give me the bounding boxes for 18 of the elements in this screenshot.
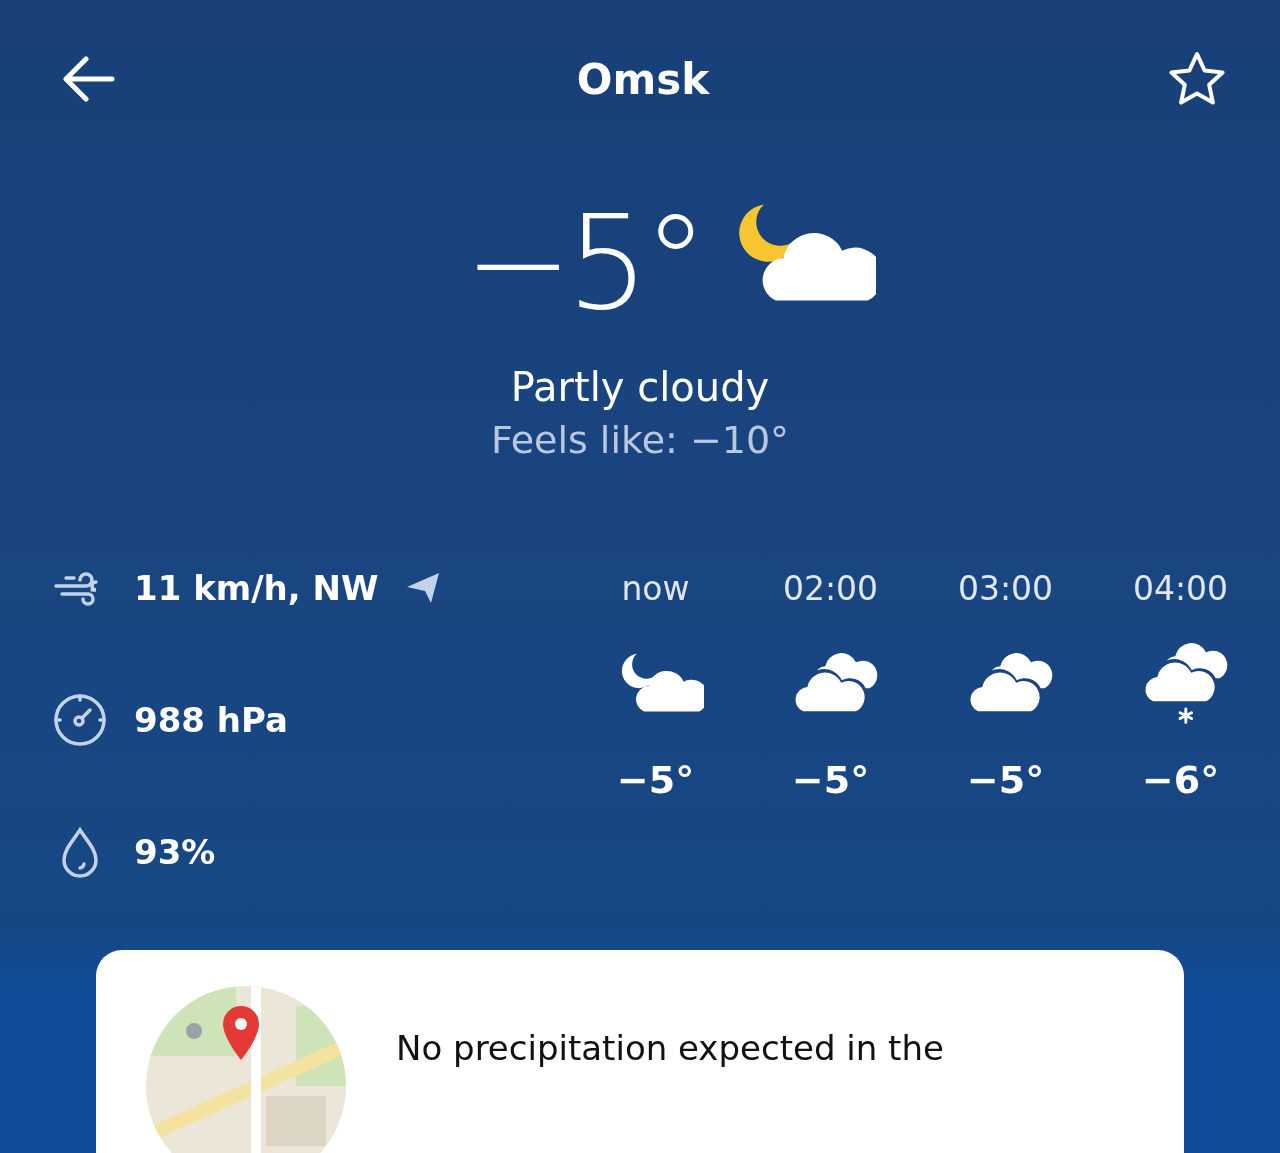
feels-like-text: Feels like: −10° [490,418,790,462]
hour-time: 04:00 [1132,567,1229,610]
hour-time: now [621,567,690,610]
city-title: Omsk [576,54,710,104]
hour-temperature: −5° [616,757,695,804]
precipitation-message: No precipitation expected in the [396,1028,944,1070]
humidity-value: 93% [134,832,216,872]
pressure-value: 988 hPa [134,700,288,740]
hour-temperature: −5° [791,757,870,804]
wind-value: 11 km/h, NW [134,568,379,608]
current-temperature: −5° [463,198,703,328]
hour-temperature: −5° [966,757,1045,804]
condition-text: Partly cloudy [510,364,770,410]
hour-time: 02:00 [782,567,879,610]
nowcast-card[interactable]: No precipitation expected in the [96,950,1184,1153]
hour-temperature: −6° [1141,757,1220,804]
hour-time: 03:00 [957,567,1054,610]
gauge-icon [52,692,108,748]
